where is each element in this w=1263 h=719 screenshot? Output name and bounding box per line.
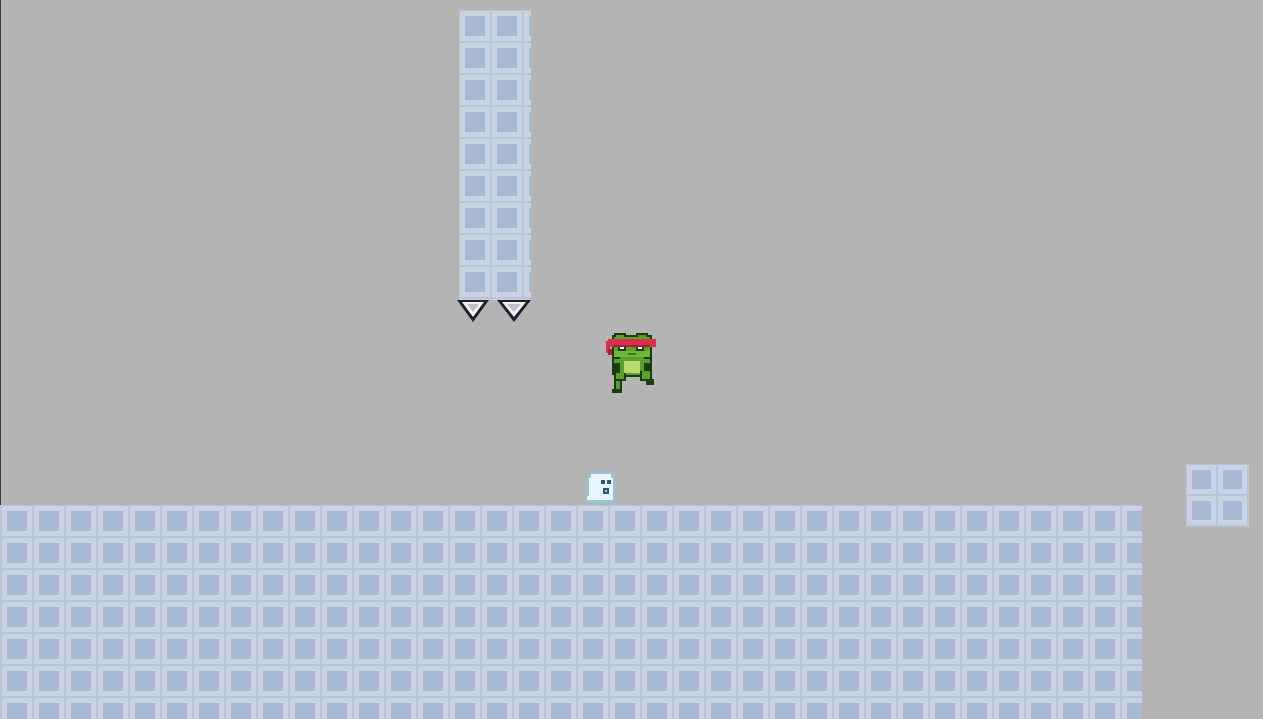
spike-right bbox=[497, 300, 531, 322]
enemy-ghost bbox=[585, 472, 615, 504]
game-scene bbox=[0, 0, 1263, 719]
player-frog-ninja bbox=[606, 333, 656, 393]
spike-left bbox=[457, 300, 489, 322]
ceiling-spikes bbox=[457, 300, 531, 322]
floating-ledge bbox=[1186, 464, 1249, 527]
ground-floor bbox=[0, 505, 1142, 719]
ceiling-pillar bbox=[459, 10, 531, 300]
